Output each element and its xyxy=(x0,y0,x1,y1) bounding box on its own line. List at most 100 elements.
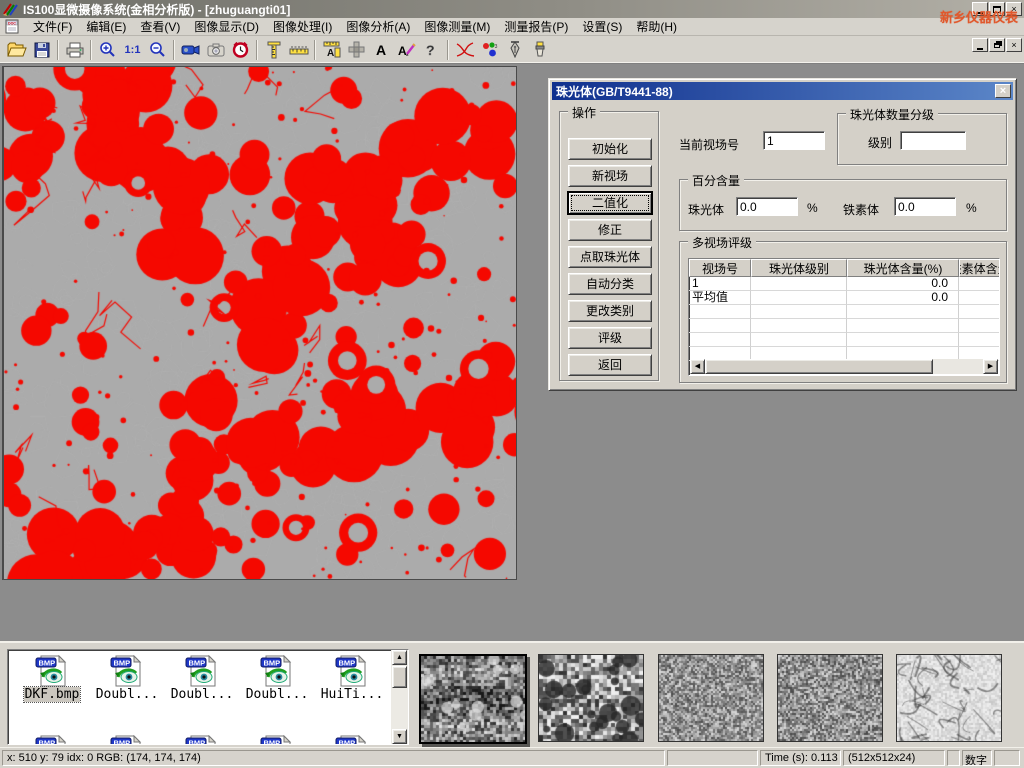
preview-thumbnail[interactable] xyxy=(658,654,764,742)
table-horizontal-scrollbar[interactable]: ◀ ▶ xyxy=(690,359,998,374)
scroll-right-icon[interactable]: ▶ xyxy=(983,359,998,374)
operation-button[interactable]: 返回 xyxy=(568,354,652,376)
menu-item[interactable]: 图像处理(I) xyxy=(266,17,339,36)
table-column-header[interactable]: 珠光体含量(%) xyxy=(847,259,959,277)
scroll-up-icon[interactable]: ▲ xyxy=(392,650,407,665)
table-column-header[interactable]: 铁素体含量(%) xyxy=(959,259,1000,277)
operation-button[interactable]: 评级 xyxy=(568,327,652,349)
scroll-left-icon[interactable]: ◀ xyxy=(690,359,705,374)
table-cell xyxy=(689,319,751,333)
bmp-file-icon: BMP xyxy=(166,735,238,745)
actual-size-button[interactable]: 1:1 xyxy=(120,38,145,62)
zoom-in-icon[interactable] xyxy=(95,38,120,62)
operation-button[interactable]: 初始化 xyxy=(568,138,652,160)
menu-item[interactable]: 图像测量(M) xyxy=(417,17,497,36)
file-list[interactable]: BMPBMPBMPBMPBMPBMPHuiTi...BMPDoubl...BMP… xyxy=(7,649,409,745)
pen-icon[interactable] xyxy=(502,38,527,62)
bmp-file-icon: BMP xyxy=(91,735,163,745)
table-row[interactable]: 平均值0.0 xyxy=(689,291,999,305)
operation-button[interactable]: 点取珠光体 xyxy=(568,246,652,268)
file-scrollbar-thumb[interactable] xyxy=(392,666,407,688)
file-name: HuiTi... xyxy=(320,687,385,702)
preview-thumbnail[interactable] xyxy=(538,654,644,742)
grade-level-label: 级别 xyxy=(868,134,892,151)
file-list-scrollbar[interactable]: ▲ ▼ xyxy=(391,650,408,744)
menu-item[interactable]: 文件(F) xyxy=(26,17,79,36)
child-minimize-button[interactable] xyxy=(972,38,988,52)
menu-item[interactable]: 测量报告(P) xyxy=(497,17,575,36)
timer-icon[interactable] xyxy=(228,38,253,62)
table-row[interactable] xyxy=(689,305,999,319)
grade-level-input[interactable] xyxy=(900,131,966,150)
measure-label-icon[interactable]: A xyxy=(319,38,344,62)
child-close-button[interactable]: × xyxy=(1006,38,1022,52)
scrollbar-thumb[interactable] xyxy=(705,359,933,374)
grade-group: 珠光体数量分级 级别 xyxy=(837,113,1007,165)
table-column-header[interactable]: 珠光体级别 xyxy=(751,259,847,277)
file-item[interactable]: BMPDoubl... xyxy=(166,655,238,702)
pearlite-dialog: 珠光体(GB/T9441-88) × 操作 初始化新视场二值化修正点取珠光体自动… xyxy=(548,78,1017,391)
file-item[interactable]: BMPDoubl... xyxy=(91,655,163,702)
file-name: Doubl... xyxy=(95,687,160,702)
caliper-horizontal-icon[interactable] xyxy=(286,38,311,62)
file-item[interactable]: BMPDKF.bmp xyxy=(16,655,88,702)
menu-item[interactable]: 帮助(H) xyxy=(629,17,684,36)
menu-item[interactable]: 图像显示(D) xyxy=(187,17,266,36)
table-column-header[interactable]: 视场号 xyxy=(689,259,751,277)
dialog-title-bar[interactable]: 珠光体(GB/T9441-88) × xyxy=(552,82,1013,100)
menu-item[interactable]: 图像分析(A) xyxy=(339,17,417,36)
operation-button[interactable]: 自动分类 xyxy=(568,273,652,295)
ferrite-percent-input[interactable] xyxy=(894,197,956,216)
menu-item[interactable]: 编辑(E) xyxy=(79,17,133,36)
document-icon[interactable]: DOC xyxy=(4,19,20,34)
file-item[interactable]: BMPHuiTi... xyxy=(316,655,388,702)
table-row[interactable] xyxy=(689,319,999,333)
operation-button[interactable]: 新视场 xyxy=(568,165,652,187)
menu-item[interactable]: 查看(V) xyxy=(133,17,187,36)
file-item-partial[interactable]: BMP xyxy=(166,735,238,745)
file-item-partial[interactable]: BMP xyxy=(241,735,313,745)
text-icon[interactable]: A xyxy=(369,38,394,62)
menu-item[interactable]: 设置(S) xyxy=(575,17,629,36)
print-icon[interactable] xyxy=(62,38,87,62)
table-cell xyxy=(751,277,847,291)
preview-thumbnail[interactable] xyxy=(896,654,1002,742)
time-status: Time (s): 0.113 xyxy=(760,750,841,766)
file-item-partial[interactable]: BMP xyxy=(91,735,163,745)
bmp-file-icon: BMP xyxy=(316,735,388,745)
save-icon[interactable] xyxy=(29,38,54,62)
file-item[interactable]: BMPDoubl... xyxy=(241,655,313,702)
help-icon[interactable]: ? xyxy=(419,38,444,62)
table-cell xyxy=(751,319,847,333)
file-item-partial[interactable]: BMP xyxy=(316,735,388,745)
preview-thumbnail[interactable] xyxy=(419,654,527,744)
table-row[interactable]: 10.0 xyxy=(689,277,999,291)
operation-button[interactable]: 更改类别 xyxy=(568,300,652,322)
operation-button[interactable]: 修正 xyxy=(568,219,652,241)
current-field-input[interactable] xyxy=(763,131,825,150)
capture-icon[interactable] xyxy=(203,38,228,62)
preview-thumbnail[interactable] xyxy=(777,654,883,742)
rating-table[interactable]: 视场号珠光体级别珠光体含量(%)铁素体含量(%) 10.0平均值0.0 ◀ ▶ xyxy=(688,258,1000,376)
video-source-icon[interactable] xyxy=(178,38,203,62)
open-file-icon[interactable] xyxy=(4,38,29,62)
brush-icon[interactable] xyxy=(527,38,552,62)
child-restore-button[interactable] xyxy=(989,38,1005,52)
ferrite-percent-sign: % xyxy=(966,201,977,215)
scroll-down-icon[interactable]: ▼ xyxy=(392,729,407,744)
zoom-out-icon[interactable] xyxy=(145,38,170,62)
grade-group-label: 珠光体数量分级 xyxy=(846,106,938,123)
metallographic-image-canvas[interactable] xyxy=(2,66,517,580)
annotate-icon[interactable]: A xyxy=(394,38,419,62)
operation-button[interactable]: 二值化 xyxy=(568,192,652,214)
caliper-vertical-icon[interactable] xyxy=(261,38,286,62)
grid-merge-icon[interactable] xyxy=(344,38,369,62)
particle-count-icon[interactable]: 3 xyxy=(477,38,502,62)
ferrite-label: 铁素体 xyxy=(843,201,879,218)
status-empty-1 xyxy=(667,750,758,766)
pearlite-percent-input[interactable] xyxy=(736,197,798,216)
curve-measure-icon[interactable] xyxy=(452,38,477,62)
table-row[interactable] xyxy=(689,333,999,347)
file-item-partial[interactable]: BMP xyxy=(16,735,88,745)
dialog-close-icon[interactable]: × xyxy=(995,84,1011,98)
